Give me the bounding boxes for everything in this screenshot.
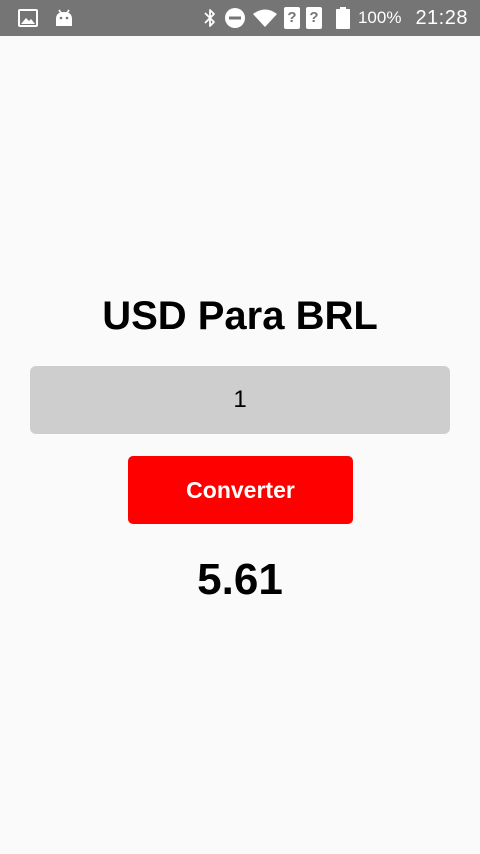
- no-sim-icon: ?: [283, 7, 300, 29]
- battery-icon: [335, 7, 350, 29]
- system-icons: ? ? 100% 21:28: [202, 0, 468, 36]
- no-sim-icon: ?: [305, 7, 322, 29]
- wifi-icon: [252, 8, 278, 28]
- status-bar: ? ? 100% 21:28: [0, 0, 480, 36]
- android-icon: [54, 8, 74, 28]
- image-icon: [18, 9, 38, 27]
- convert-button[interactable]: Converter: [128, 456, 353, 524]
- clock: 21:28: [415, 6, 468, 29]
- bluetooth-icon: [202, 7, 218, 29]
- page-title: USD Para BRL: [102, 294, 378, 338]
- do-not-disturb-icon: [224, 7, 246, 29]
- battery-percent: 100%: [357, 8, 402, 27]
- conversion-result: 5.61: [197, 555, 283, 604]
- amount-input[interactable]: [30, 366, 450, 434]
- notification-icons: [18, 7, 74, 29]
